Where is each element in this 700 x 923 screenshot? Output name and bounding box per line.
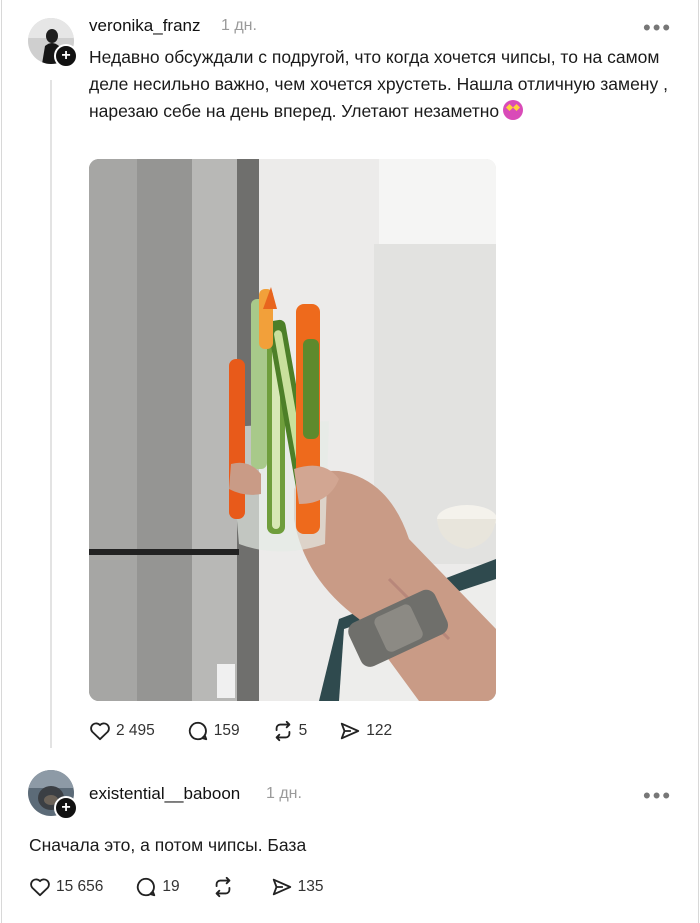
post-username[interactable]: veronika_franz <box>89 16 201 36</box>
frame-left-border <box>1 0 2 923</box>
more-dots-icon[interactable]: ••• <box>643 785 672 807</box>
reply-share-button[interactable]: 135 <box>271 876 324 898</box>
repost-icon <box>215 876 231 898</box>
post-repost-count: 5 <box>298 722 308 739</box>
post-share-button[interactable]: 122 <box>339 720 392 742</box>
comment-bubble-icon <box>137 877 156 897</box>
frame-right-border <box>698 0 699 923</box>
post-text: Недавно обсуждали с подругой, что когда … <box>89 44 669 125</box>
reply-actions: 15 656 19 135 <box>29 876 356 898</box>
follow-plus-icon[interactable]: + <box>54 44 78 68</box>
post-text-body: Недавно обсуждали с подругой, что когда … <box>89 47 668 121</box>
post-like-count: 2 495 <box>116 722 155 739</box>
post-repost-button[interactable]: 5 <box>272 720 308 742</box>
post-actions: 2 495 159 5 122 <box>89 720 424 742</box>
repost-icon <box>275 720 291 742</box>
reply-avatar[interactable]: + <box>28 770 78 820</box>
heart-icon <box>90 722 110 741</box>
reply-comment-button[interactable]: 19 <box>135 876 180 898</box>
reply-share-count: 135 <box>297 878 324 895</box>
more-dots-icon[interactable]: ••• <box>643 17 672 39</box>
reply-like-button[interactable]: 15 656 <box>29 877 103 897</box>
post-like-button[interactable]: 2 495 <box>89 721 155 741</box>
post-share-count: 122 <box>366 722 393 739</box>
reply-comment-count: 19 <box>162 878 180 895</box>
photo-image <box>89 159 496 701</box>
reply-text: Сначала это, а потом чипсы. База <box>29 835 307 855</box>
reply-like-count: 15 656 <box>56 878 104 895</box>
send-icon <box>272 878 291 896</box>
send-icon <box>341 722 360 740</box>
post-avatar[interactable]: + <box>28 18 78 68</box>
post-comment-button[interactable]: 159 <box>187 720 240 742</box>
comment-bubble-icon <box>188 721 207 741</box>
thread-line <box>50 80 52 748</box>
heart-icon <box>30 878 50 897</box>
reply-repost-button[interactable] <box>212 876 239 898</box>
reply-time: 1 дн. <box>266 785 302 802</box>
star-struck-emoji-icon <box>503 100 524 120</box>
post-time: 1 дн. <box>221 17 257 34</box>
post-comment-count: 159 <box>213 722 240 739</box>
follow-plus-icon[interactable]: + <box>54 796 78 820</box>
post-photo[interactable] <box>89 159 496 701</box>
reply-username[interactable]: existential__baboon <box>89 784 240 804</box>
